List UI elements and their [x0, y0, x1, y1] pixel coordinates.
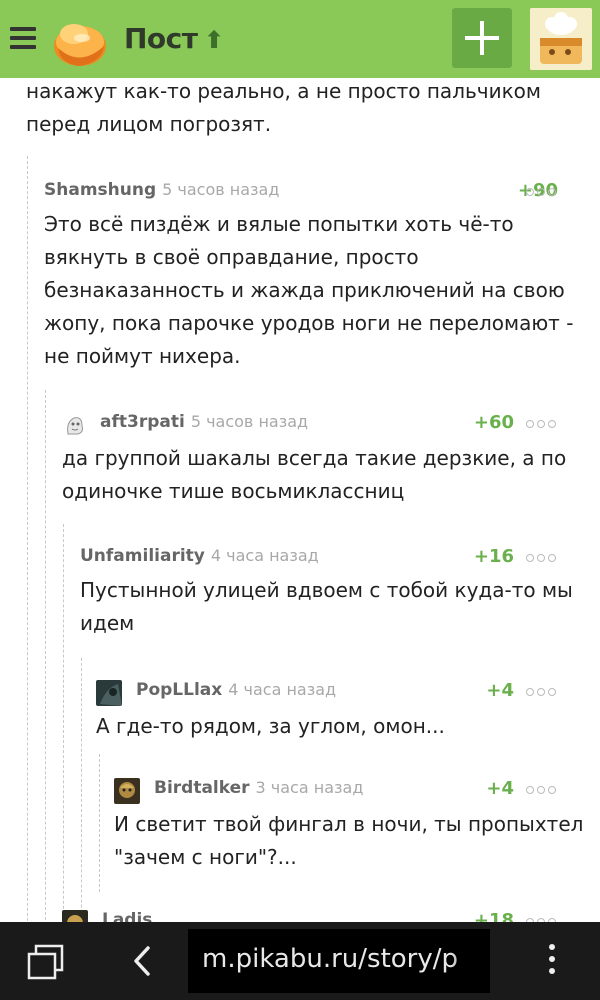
comment-rating: +60 — [473, 412, 514, 433]
comment-options-icon[interactable] — [526, 778, 562, 798]
comment-author[interactable]: PopLLlax 4 часа назад — [136, 680, 336, 700]
comment-time: 5 часов назад — [162, 180, 280, 199]
comment-options-icon[interactable] — [526, 680, 562, 700]
comment-author[interactable]: aft3rpati 5 часов назад — [100, 412, 308, 432]
comment-text: Пустынной улицей вдвоем с тобой куда-то … — [80, 578, 573, 635]
user-avatar-icon[interactable] — [114, 778, 140, 804]
user-avatar-icon[interactable] — [62, 412, 88, 438]
comment: Shamshung 5 часов назад +90 Это всё пиздё… — [44, 180, 600, 380]
comment-time: 3 часа назад — [255, 778, 364, 797]
add-post-button[interactable] — [452, 8, 512, 68]
comment-time: 4 часа назад — [210, 546, 319, 565]
arrow-up-icon[interactable]: ⬆ — [204, 26, 224, 54]
comment-text: А где-то рядом, за углом, омон... — [96, 714, 445, 738]
comment-time: 4 часа назад — [228, 680, 337, 699]
url-text: m.pikabu.ru/story/p — [202, 944, 459, 974]
user-avatar[interactable] — [530, 8, 592, 70]
comment: aft3rpati 5 часов назад +60 да группой ша… — [62, 412, 600, 512]
comment-rating: +4 — [486, 680, 514, 701]
thread-line — [63, 524, 64, 922]
comment-author[interactable]: Shamshung 5 часов назад — [44, 180, 279, 200]
comment-author[interactable]: Birdtalker 3 часа назад — [154, 778, 363, 798]
comment-options-icon[interactable] — [526, 180, 562, 200]
comments-area: накажут как-то реально, а не просто паль… — [0, 78, 600, 922]
comment: Birdtalker 3 часа назад +4 И светит твой … — [114, 778, 600, 888]
comment: PopLLlax 4 часа назад +4 А где-то рядом, … — [96, 680, 600, 760]
browser-toolbar: m.pikabu.ru/story/p — [0, 922, 600, 1000]
user-avatar-icon[interactable] — [96, 680, 122, 706]
thread-line — [27, 156, 28, 922]
comment-options-icon[interactable] — [526, 910, 562, 922]
pikabu-logo[interactable] — [50, 12, 108, 68]
previous-comment-text: накажут как-то реально, а не просто паль… — [26, 79, 541, 136]
comment-text: И светит твой фингал в ночи, ты пропыхте… — [114, 812, 584, 869]
comment-time: 5 часов назад — [190, 412, 309, 431]
back-icon[interactable] — [128, 944, 158, 978]
thread-line — [81, 658, 82, 922]
tabs-icon[interactable] — [26, 944, 66, 980]
app-header: Пост ⬆ — [0, 0, 600, 78]
comment: Ladis +18 — [62, 910, 600, 922]
comment-author[interactable]: Unfamiliarity 4 часа назад — [80, 546, 319, 566]
page-title: Пост — [124, 22, 198, 55]
thread-line — [45, 390, 46, 922]
comment-rating: +4 — [486, 778, 514, 799]
comment-text: Это всё пиздёж и вялые попытки хоть чё-т… — [44, 212, 574, 368]
comment-options-icon[interactable] — [526, 412, 562, 432]
more-vertical-icon[interactable] — [545, 944, 559, 978]
comment-author[interactable]: Ladis — [102, 910, 158, 922]
menu-icon[interactable] — [10, 27, 36, 49]
comment-text: да группой шакалы всегда такие дерзкие, … — [62, 446, 567, 503]
comment-options-icon[interactable] — [526, 546, 562, 566]
user-avatar-icon[interactable] — [62, 910, 88, 922]
thread-line — [99, 754, 100, 892]
url-bar[interactable]: m.pikabu.ru/story/p — [188, 929, 490, 993]
comment-rating: +18 — [473, 910, 514, 922]
comment-rating: +16 — [473, 546, 514, 567]
comment: Unfamiliarity 4 часа назад +16 Пустынной … — [80, 546, 600, 646]
